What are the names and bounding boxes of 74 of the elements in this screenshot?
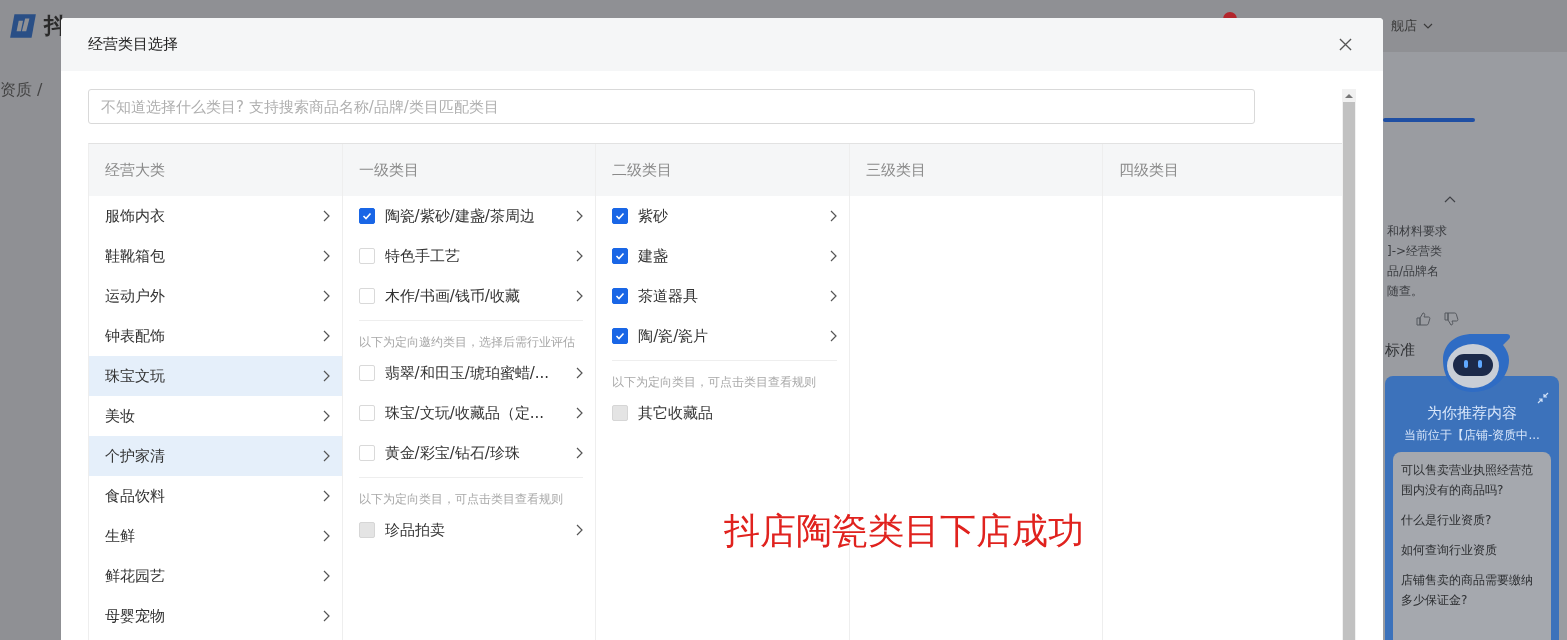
chevron-right-icon	[322, 290, 330, 302]
chevron-down-icon[interactable]	[1423, 23, 1433, 29]
chevron-right-icon	[322, 530, 330, 542]
category-label[interactable]: 茶道器具	[638, 286, 820, 306]
question-link[interactable]: 什么是行业资质?	[1401, 510, 1543, 530]
thumbs-down-icon[interactable]	[1443, 311, 1459, 327]
check-icon	[614, 250, 627, 262]
column-header: 二级类目	[596, 144, 849, 196]
category-item[interactable]: 母婴宠物	[89, 596, 342, 636]
category-label[interactable]: 黄金/彩宝/钻石/珍珠	[384, 443, 567, 463]
question-link[interactable]: 店铺售卖的商品需要缴纳多少保证金?	[1401, 570, 1543, 610]
chevron-up-icon[interactable]	[1444, 196, 1456, 203]
chevron-right-icon	[322, 410, 330, 422]
chevron-right-icon	[322, 370, 330, 382]
column-header: 四级类目	[1103, 144, 1342, 196]
column-header: 一级类目	[342, 144, 596, 196]
check-icon	[614, 290, 627, 302]
category-label[interactable]: 陶瓷/紫砂/建盏/茶周边	[384, 206, 567, 226]
column-header: 经营大类	[89, 144, 342, 196]
category-label[interactable]: 特色手工艺	[384, 246, 567, 266]
category-label[interactable]: 陶/瓷/瓷片	[638, 326, 820, 346]
question-link[interactable]: 可以售卖营业执照经营范围内没有的商品吗?	[1401, 460, 1543, 500]
checkbox[interactable]	[612, 208, 629, 224]
check-icon	[614, 210, 627, 222]
category-item[interactable]: 鲜花园艺	[89, 556, 342, 596]
help-text: 随查。	[1387, 283, 1424, 300]
section-note: 以下为定向类目，可点击类目查看规则	[612, 375, 817, 389]
chevron-right-icon	[322, 490, 330, 502]
shop-name[interactable]: 舰店	[1391, 17, 1417, 35]
category-label[interactable]: 木作/书画/钱币/收藏	[384, 286, 567, 306]
assistant-title: 为你推荐内容	[1427, 404, 1517, 423]
checkbox[interactable]	[612, 328, 629, 344]
help-text: ]->经营类	[1387, 243, 1444, 260]
category-label[interactable]: 建盏	[638, 246, 820, 266]
search-field[interactable]: 不知道选择什么类目? 支持搜索商品名称/品牌/类目匹配类目	[88, 89, 1255, 124]
close-icon[interactable]	[1339, 38, 1352, 51]
check-icon	[360, 210, 373, 222]
chevron-right-icon	[322, 610, 330, 622]
scroll-up-icon[interactable]	[1345, 93, 1353, 98]
chevron-right-icon	[322, 210, 330, 222]
question-link[interactable]: 如何查询行业资质	[1401, 540, 1543, 560]
category-label[interactable]: 紫砂	[638, 206, 820, 226]
chevron-right-icon	[322, 570, 330, 582]
thumbs-up-icon[interactable]	[1415, 311, 1431, 327]
checkbox[interactable]	[612, 288, 629, 304]
help-text: 品/品牌名	[1387, 263, 1441, 280]
column-header: 三级类目	[849, 144, 1103, 196]
section-note: 以下为定向类目，可点击类目查看规则	[358, 492, 563, 506]
category-item[interactable]: 珠宝文玩	[89, 356, 342, 396]
chevron-right-icon	[322, 250, 330, 262]
category-item[interactable]: 鞋靴箱包	[89, 236, 342, 276]
logo-icon	[8, 12, 38, 40]
check-icon	[614, 330, 627, 342]
category-label[interactable]: 翡翠/和田玉/琥珀蜜蜡/...	[384, 363, 567, 383]
category-label[interactable]: 珠宝/文玩/收藏品（定...	[384, 403, 567, 423]
category-item[interactable]: 个护家清	[89, 436, 342, 476]
checkbox[interactable]	[358, 208, 375, 224]
category-item[interactable]: 食品饮料	[89, 476, 342, 516]
category-item[interactable]: 生鲜	[89, 516, 342, 556]
checkbox[interactable]	[612, 248, 629, 264]
chevron-right-icon	[322, 450, 330, 462]
collapse-icon[interactable]	[1537, 392, 1549, 404]
scrollbar[interactable]	[1342, 89, 1356, 640]
dialog-title: 经营类目选择	[88, 35, 178, 54]
category-item[interactable]: 钟表配饰	[89, 316, 342, 356]
assistant-location: 当前位于【店铺-资质中...	[1404, 427, 1540, 444]
section-note: 以下为定向邀约类目，选择后需行业评估	[358, 335, 575, 349]
chevron-right-icon	[322, 330, 330, 342]
category-item[interactable]: 美妆	[89, 396, 342, 436]
annotation-text: 抖店陶瓷类目下店成功	[724, 509, 1084, 553]
section-title: 标准	[1384, 341, 1416, 360]
category-item[interactable]: 服饰内衣	[89, 196, 342, 236]
help-text: 和材料要求	[1387, 223, 1448, 240]
category-item[interactable]: 运动户外	[89, 276, 342, 316]
